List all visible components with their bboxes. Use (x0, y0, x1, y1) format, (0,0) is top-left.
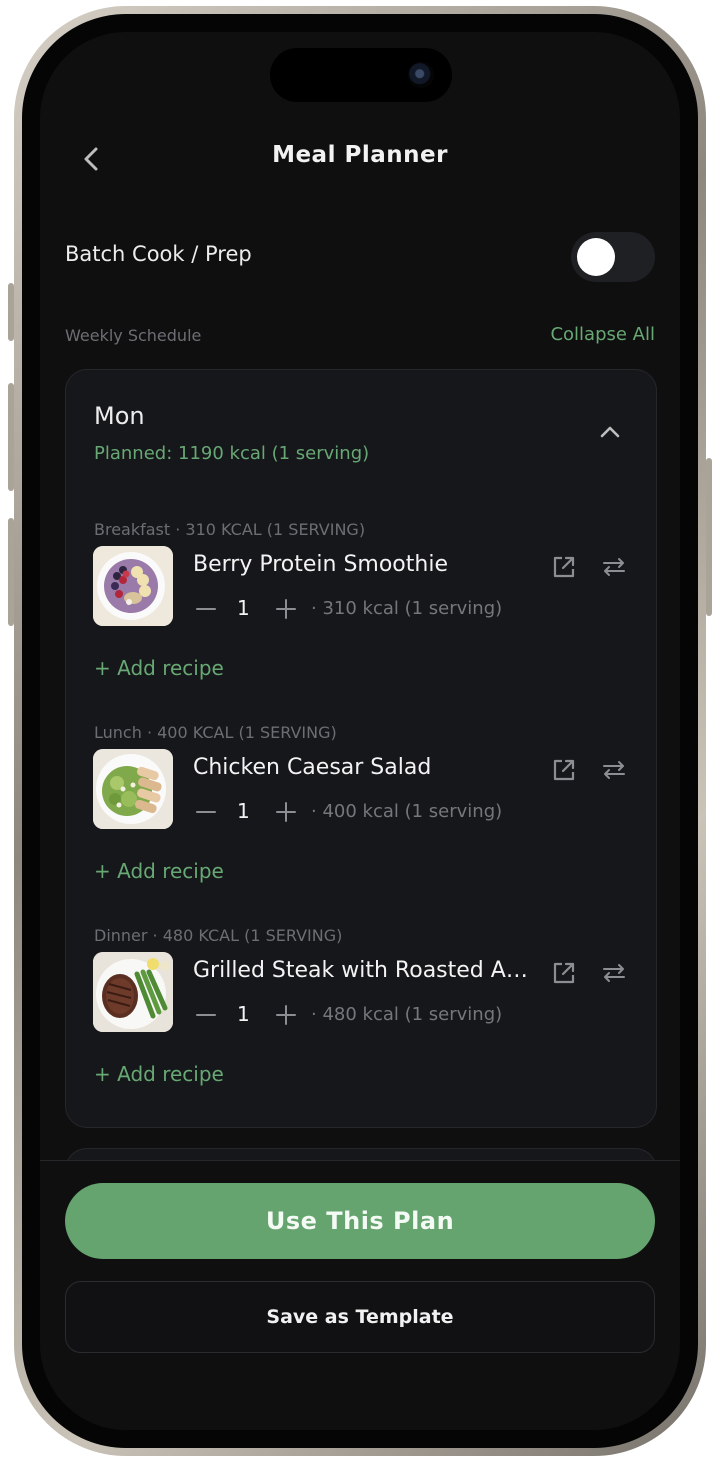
plus-icon[interactable] (273, 1000, 299, 1030)
planned-kcal: Planned: 1190 kcal (1 serving) (94, 443, 370, 464)
use-plan-button[interactable]: Use This Plan (65, 1183, 655, 1259)
page-title: Meal Planner (272, 142, 448, 168)
dynamic-island (270, 48, 452, 102)
action-button (8, 283, 14, 341)
open-external-icon[interactable] (551, 757, 577, 783)
steak-asparagus-image[interactable] (93, 952, 173, 1032)
collapse-all-button[interactable]: Collapse All (550, 324, 655, 345)
add-recipe-button[interactable]: + Add recipe (94, 656, 224, 680)
minus-icon[interactable] (193, 594, 219, 624)
day-name: Mon (94, 402, 145, 430)
serving-kcal: · 310 kcal (1 serving) (311, 598, 503, 619)
recipe-name[interactable]: Berry Protein Smoothie (193, 552, 533, 577)
meal-dinner: Dinner · 480 KCAL (1 SERVING) Grilled St… (66, 926, 656, 1116)
minus-icon[interactable] (193, 1000, 219, 1030)
serving-kcal: · 400 kcal (1 serving) (311, 801, 503, 822)
recipe-name[interactable]: Chicken Caesar Salad (193, 755, 533, 780)
batch-cook-label: Batch Cook / Prep (65, 242, 252, 266)
toggle-knob (577, 238, 615, 276)
screen: Meal Planner Batch Cook / Prep Weekly Sc… (40, 32, 680, 1430)
plus-icon[interactable] (273, 594, 299, 624)
header: Meal Planner (40, 128, 680, 188)
smoothie-bowl-image[interactable] (93, 546, 173, 626)
meal-label: Dinner · 480 KCAL (1 SERVING) (94, 926, 343, 945)
schedule-header: Weekly Schedule Collapse All (65, 322, 655, 352)
swap-icon[interactable] (601, 554, 627, 580)
open-external-icon[interactable] (551, 960, 577, 986)
meal-lunch: Lunch · 400 KCAL (1 SERVING) Chicken Cae… (66, 723, 656, 913)
meal-breakfast: Breakfast · 310 KCAL (1 SERVING) Berry P… (66, 520, 656, 710)
add-recipe-button[interactable]: + Add recipe (94, 1062, 224, 1086)
caesar-salad-image[interactable] (93, 749, 173, 829)
open-external-icon[interactable] (551, 554, 577, 580)
add-recipe-button[interactable]: + Add recipe (94, 859, 224, 883)
chevron-up-icon[interactable] (596, 418, 624, 446)
footer: Use This Plan Save as Template (40, 1160, 680, 1430)
quantity-value: 1 (237, 799, 250, 823)
volume-up-button (8, 383, 14, 491)
quantity-value: 1 (237, 596, 250, 620)
camera-icon (408, 62, 434, 88)
save-template-button[interactable]: Save as Template (65, 1281, 655, 1353)
power-button (706, 458, 712, 616)
volume-down-button (8, 518, 14, 626)
quantity-value: 1 (237, 1002, 250, 1026)
batch-cook-toggle[interactable] (571, 232, 655, 282)
meal-label: Lunch · 400 KCAL (1 SERVING) (94, 723, 337, 742)
swap-icon[interactable] (601, 757, 627, 783)
minus-icon[interactable] (193, 797, 219, 827)
meal-label: Breakfast · 310 KCAL (1 SERVING) (94, 520, 366, 539)
serving-kcal: · 480 kcal (1 serving) (311, 1004, 503, 1025)
swap-icon[interactable] (601, 960, 627, 986)
plus-icon[interactable] (273, 797, 299, 827)
recipe-name[interactable]: Grilled Steak with Roasted Asparagus (193, 958, 533, 983)
weekly-schedule-label: Weekly Schedule (65, 326, 202, 345)
day-card-mon: Mon Planned: 1190 kcal (1 serving) Break… (65, 369, 657, 1128)
batch-cook-row: Batch Cook / Prep (65, 230, 655, 284)
